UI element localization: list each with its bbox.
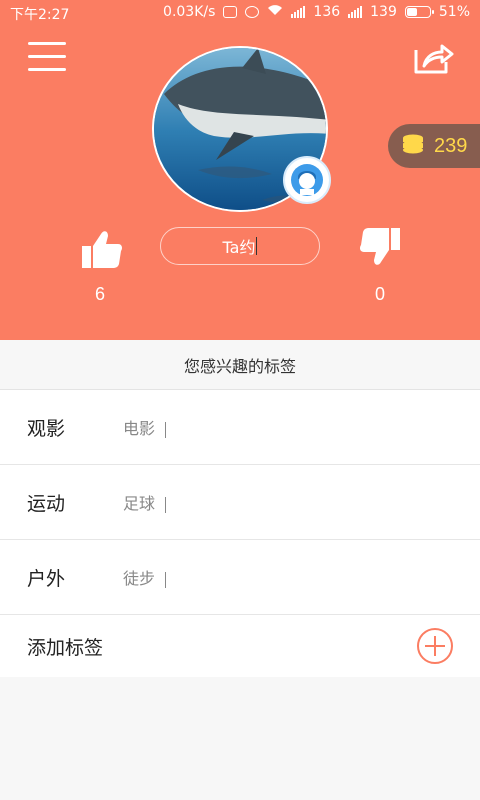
empty-area xyxy=(0,677,480,800)
signal-label-2: 139 xyxy=(370,4,397,20)
sync-icon xyxy=(223,6,238,18)
like-count: 6 xyxy=(94,284,105,304)
status-right: 0.03K/s 136 139 51% xyxy=(163,4,470,20)
tag-row-movies[interactable]: 观影 电影 xyxy=(0,390,480,465)
status-bar: 下午2:27 0.03K/s 136 139 51% xyxy=(0,0,480,26)
menu-line xyxy=(28,42,66,45)
tag-category: 户外 xyxy=(27,567,66,590)
thumbs-up-icon[interactable] xyxy=(80,226,124,270)
tag-value: 电影 xyxy=(123,419,156,438)
ta-date-label: Ta约 xyxy=(222,238,256,257)
add-tag-icon[interactable] xyxy=(416,627,454,665)
tag-separator xyxy=(165,421,167,438)
tag-separator xyxy=(165,496,167,513)
coin-count: 239 xyxy=(434,134,468,157)
tag-value-group: 徒步 xyxy=(123,565,167,589)
coin-balance-badge[interactable]: 239 xyxy=(388,124,480,168)
interest-tag-list: 观影 电影 运动 足球 户外 徒步 xyxy=(0,390,480,615)
status-time: 下午2:27 xyxy=(10,7,70,23)
add-tag-row: 添加标签 xyxy=(0,615,480,677)
tag-separator xyxy=(165,571,167,588)
hamburger-menu-icon[interactable] xyxy=(28,40,68,74)
signal-label-1: 136 xyxy=(313,4,341,20)
battery-level xyxy=(406,8,417,16)
interests-section-title: 您感兴趣的标签 xyxy=(0,340,480,390)
signal-icon-1 xyxy=(291,6,306,18)
ta-date-button[interactable]: Ta约 xyxy=(160,227,320,265)
alarm-icon xyxy=(245,6,260,18)
text-caret xyxy=(256,237,258,255)
tag-row-outdoor[interactable]: 户外 徒步 xyxy=(0,540,480,615)
menu-line xyxy=(28,55,66,58)
share-icon[interactable] xyxy=(412,40,454,76)
tag-value: 徒步 xyxy=(123,569,156,588)
battery-icon xyxy=(404,6,434,18)
boy-avatar-icon xyxy=(283,156,331,204)
battery-percent: 51% xyxy=(438,4,470,20)
tag-category: 运动 xyxy=(27,492,66,515)
signal-icon-2 xyxy=(348,6,363,18)
tag-value-group: 足球 xyxy=(123,490,167,514)
dislike-count: 0 xyxy=(374,284,385,304)
tag-value-group: 电影 xyxy=(123,415,167,439)
network-speed: 0.03K/s xyxy=(163,4,216,20)
menu-line xyxy=(28,68,66,71)
add-tag-label: 添加标签 xyxy=(27,636,104,659)
coin-stack-icon xyxy=(402,133,424,159)
wifi-icon xyxy=(267,4,283,20)
interests-title: 您感兴趣的标签 xyxy=(183,356,296,376)
tag-row-sports[interactable]: 运动 足球 xyxy=(0,465,480,540)
tag-value: 足球 xyxy=(123,494,156,513)
tag-category: 观影 xyxy=(27,417,66,440)
thumbs-down-icon[interactable] xyxy=(358,226,402,270)
